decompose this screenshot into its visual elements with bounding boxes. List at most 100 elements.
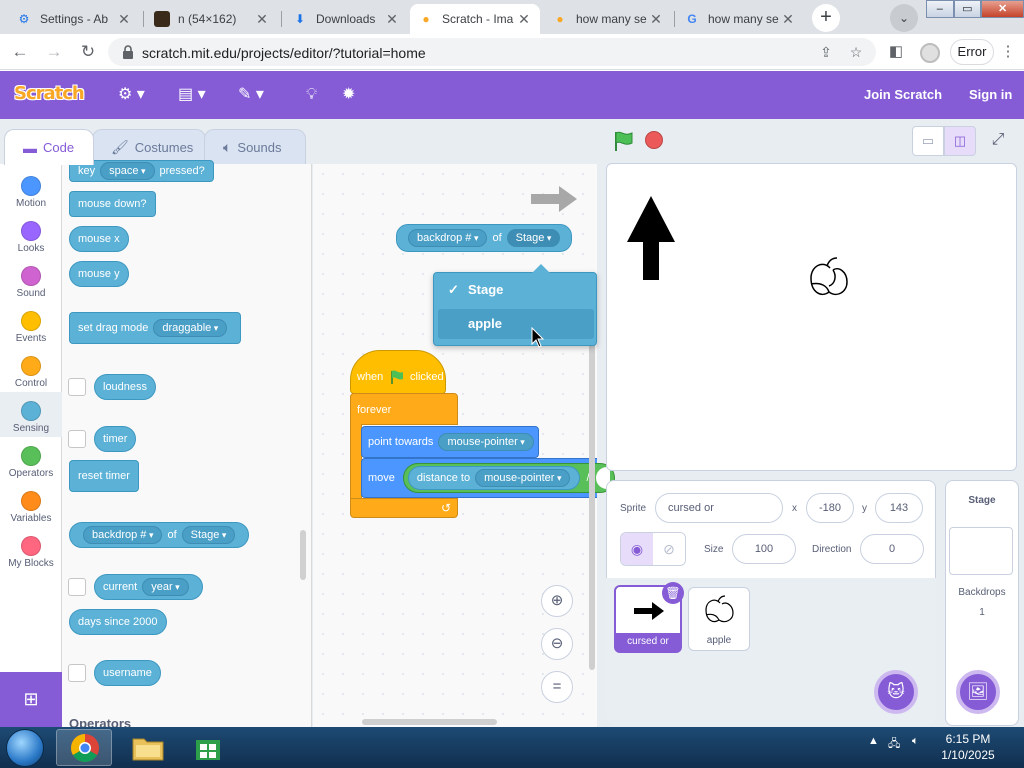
- category-looks[interactable]: Looks: [0, 215, 62, 260]
- delete-sprite-icon[interactable]: 🗑︎: [662, 582, 684, 604]
- block-timer[interactable]: timer: [94, 426, 137, 452]
- property-dropdown[interactable]: backdrop #: [408, 229, 488, 247]
- block-backdrop-of-palette[interactable]: backdrop # of Stage: [69, 522, 250, 548]
- close-window-button[interactable]: ✕: [981, 0, 1024, 18]
- category-sound[interactable]: Sound: [0, 260, 62, 305]
- browser-tab-how-many-2[interactable]: G how many se ✕: [676, 4, 804, 34]
- block-distance-to[interactable]: distance to mouse-pointer: [407, 466, 581, 490]
- stop-button[interactable]: [645, 131, 663, 149]
- browser-tab-downloads[interactable]: ⬇ Downloads ✕: [284, 4, 408, 34]
- taskbar-store[interactable]: [180, 729, 236, 766]
- current-dropdown[interactable]: year: [142, 578, 189, 596]
- x-input[interactable]: -180: [806, 493, 854, 523]
- new-tab-button[interactable]: +: [812, 4, 840, 32]
- close-tab-icon[interactable]: ✕: [780, 11, 796, 28]
- browser-tab-how-many-1[interactable]: ● how many se ✕: [544, 4, 672, 34]
- category-my-blocks[interactable]: My Blocks: [0, 530, 62, 575]
- target-dropdown[interactable]: Stage: [181, 526, 236, 544]
- sprite-thumb-apple[interactable]: apple: [688, 587, 750, 651]
- join-scratch-link[interactable]: Join Scratch: [864, 87, 942, 102]
- zoom-reset-button[interactable]: =: [541, 671, 573, 703]
- palette-scrollbar[interactable]: [300, 530, 306, 580]
- bookmark-star-icon[interactable]: ☆: [846, 42, 866, 62]
- backdrop-thumbnail[interactable]: [949, 527, 1013, 575]
- zoom-out-button[interactable]: ⊖: [541, 628, 573, 660]
- block-move[interactable]: move distance to mouse-pointer /: [361, 458, 615, 498]
- block-reset-timer[interactable]: reset timer: [69, 460, 139, 492]
- zoom-in-button[interactable]: ⊕: [541, 585, 573, 617]
- file-menu-icon[interactable]: ▤ ▾: [178, 83, 206, 107]
- normal-stage-button[interactable]: ◫: [944, 126, 976, 156]
- key-dropdown[interactable]: space: [100, 162, 155, 180]
- block-set-drag-mode[interactable]: set drag mode draggable: [69, 312, 242, 344]
- block-mouse-y[interactable]: mouse y: [69, 261, 129, 287]
- dropdown-option-stage[interactable]: ✓ Stage: [438, 275, 594, 305]
- current-checkbox[interactable]: [68, 578, 86, 596]
- browser-tab-image[interactable]: n (54×162) ✕: [146, 4, 278, 34]
- close-tab-icon[interactable]: ✕: [516, 11, 532, 28]
- fullscreen-icon[interactable]: ⤢: [982, 126, 1014, 156]
- browser-tab-settings[interactable]: ⚙ Settings - Ab ✕: [8, 4, 140, 34]
- network-icon[interactable]: 🖧︎: [888, 735, 900, 754]
- script-horizontal-scrollbar[interactable]: [362, 719, 497, 725]
- chrome-menu-icon[interactable]: ⋮: [998, 42, 1018, 62]
- hide-eye-icon[interactable]: ⊘: [653, 533, 685, 565]
- choose-sprite-button[interactable]: 🐱︎: [874, 670, 918, 714]
- tab-search-button[interactable]: ⌄: [890, 4, 918, 32]
- tray-expand-icon[interactable]: ▲: [868, 735, 879, 747]
- block-divide-operator[interactable]: distance to mouse-pointer /: [402, 463, 615, 493]
- drag-mode-dropdown[interactable]: draggable: [153, 319, 228, 337]
- lightbulb-icon[interactable]: 💡︎: [306, 83, 317, 107]
- green-flag-button[interactable]: [612, 130, 634, 152]
- block-username[interactable]: username: [94, 660, 161, 686]
- tab-sounds[interactable]: 🔈︎ Sounds: [204, 129, 306, 165]
- point-towards-dropdown[interactable]: mouse-pointer: [438, 433, 534, 451]
- debug-icon[interactable]: ✹: [342, 83, 355, 107]
- y-input[interactable]: 143: [875, 493, 923, 523]
- small-stage-button[interactable]: ▭: [912, 126, 944, 156]
- tab-code[interactable]: ▬ Code: [4, 129, 94, 165]
- distance-to-dropdown[interactable]: mouse-pointer: [475, 469, 571, 487]
- username-checkbox[interactable]: [68, 664, 86, 682]
- sprite-name-input[interactable]: cursed or: [655, 493, 783, 523]
- taskbar-chrome[interactable]: [56, 729, 112, 766]
- timer-checkbox[interactable]: [68, 430, 86, 448]
- reload-icon[interactable]: ↻: [76, 40, 100, 64]
- side-panel-icon[interactable]: ◧: [886, 42, 906, 62]
- error-button[interactable]: Error: [950, 39, 994, 65]
- block-point-towards[interactable]: point towards mouse-pointer: [361, 426, 539, 458]
- category-control[interactable]: Control: [0, 350, 62, 395]
- dropdown-option-apple[interactable]: apple: [438, 309, 594, 339]
- category-events[interactable]: Events: [0, 305, 62, 350]
- scratch-logo[interactable]: Scratch: [14, 83, 85, 104]
- maximize-button[interactable]: ▭: [953, 0, 982, 18]
- choose-backdrop-button[interactable]: 🖼︎: [956, 670, 1000, 714]
- category-motion[interactable]: Motion: [0, 170, 62, 215]
- stage-canvas[interactable]: [606, 163, 1017, 471]
- target-dropdown[interactable]: Stage: [506, 229, 561, 247]
- share-icon[interactable]: ⇪: [816, 42, 836, 62]
- block-loudness[interactable]: loudness: [94, 374, 157, 400]
- close-tab-icon[interactable]: ✕: [254, 11, 270, 28]
- block-days-since-2000[interactable]: days since 2000: [69, 609, 167, 635]
- category-sensing[interactable]: Sensing: [0, 392, 62, 437]
- size-input[interactable]: 100: [732, 534, 796, 564]
- close-tab-icon[interactable]: ✕: [648, 11, 664, 28]
- system-clock[interactable]: 6:15 PM 1/10/2025: [938, 731, 998, 763]
- minimize-button[interactable]: –: [926, 0, 954, 18]
- add-extension-button[interactable]: ⊞: [0, 672, 62, 727]
- block-current[interactable]: current year: [94, 574, 203, 600]
- close-tab-icon[interactable]: ✕: [384, 11, 400, 28]
- category-operators[interactable]: Operators: [0, 440, 62, 485]
- block-mouse-down[interactable]: mouse down?: [69, 191, 156, 217]
- property-dropdown[interactable]: backdrop #: [83, 526, 163, 544]
- volume-icon[interactable]: 🔈︎: [912, 735, 919, 748]
- arrow-sprite[interactable]: [625, 194, 677, 282]
- loudness-checkbox[interactable]: [68, 378, 86, 396]
- settings-gear-icon[interactable]: ⚙ ▾: [118, 83, 145, 107]
- show-eye-icon[interactable]: ◉: [621, 533, 653, 565]
- script-vertical-scrollbar[interactable]: [589, 340, 595, 670]
- block-backdrop-of-script[interactable]: backdrop # of Stage: [396, 224, 573, 252]
- forward-arrow-icon[interactable]: →: [42, 40, 66, 64]
- profile-avatar[interactable]: [920, 43, 940, 63]
